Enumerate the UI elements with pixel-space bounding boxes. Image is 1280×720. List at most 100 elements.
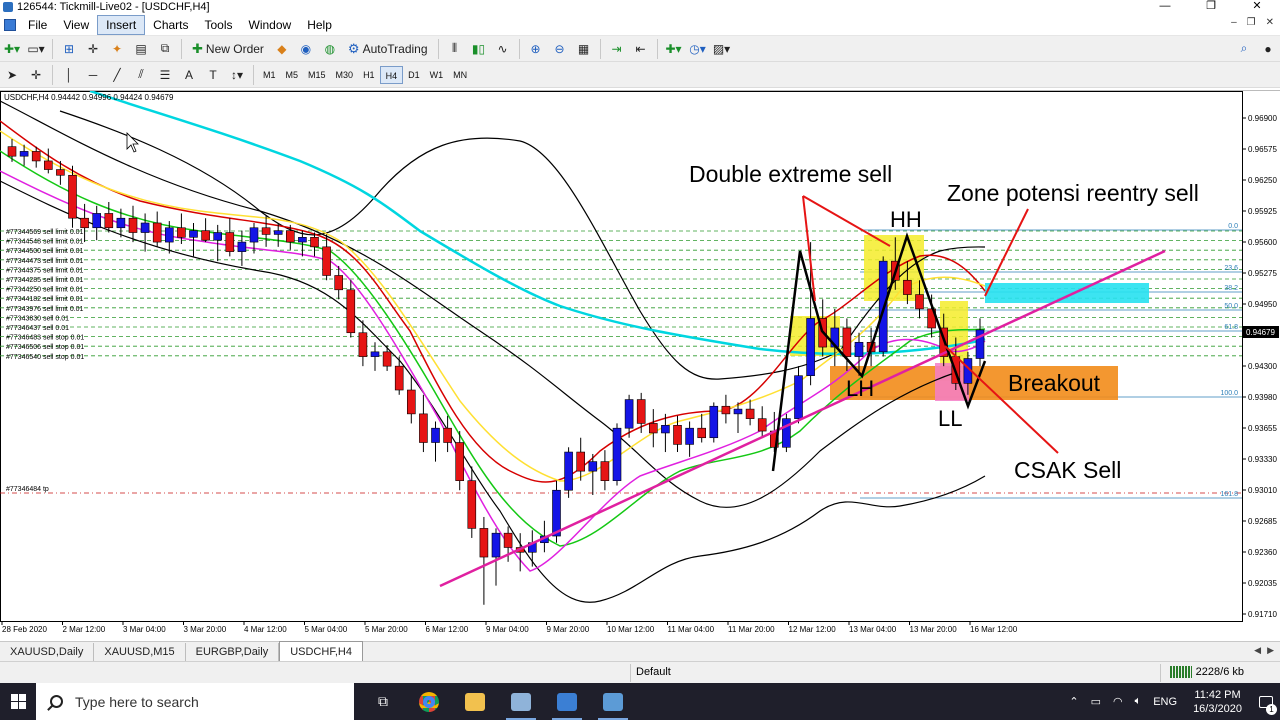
bullish-candle xyxy=(189,230,198,238)
vertical-line-button[interactable]: │ xyxy=(58,65,80,85)
auto-scroll-button[interactable]: ⇥ xyxy=(606,39,628,59)
tab-eurgbp-daily[interactable]: EURGBP,Daily xyxy=(186,643,280,661)
windows-logo-icon xyxy=(10,694,26,709)
tile-windows-button[interactable]: ▦ xyxy=(573,39,595,59)
order-label: #77344182 sell limit 0.01 xyxy=(6,296,84,303)
maximize-button[interactable]: ❐ xyxy=(1188,0,1234,14)
bearish-candle xyxy=(721,405,731,415)
candlestick-button[interactable]: ▮▯ xyxy=(468,39,490,59)
action-center-button[interactable]: 1 xyxy=(1252,683,1280,720)
tester-button[interactable]: ⧉ xyxy=(154,39,176,59)
scroll-right-icon[interactable]: ▶ xyxy=(1267,645,1274,656)
crosshair-icon: ✛ xyxy=(87,41,99,56)
menu-file[interactable]: File xyxy=(20,16,55,34)
horizontal-line-button[interactable]: ─ xyxy=(82,65,104,85)
price-chart[interactable]: 0.96900 0.96575 0.96250 0.95925 0.95600 0.952… xyxy=(0,91,1280,641)
taskbar-clock[interactable]: 11:42 PM 16/3/2020 xyxy=(1183,688,1252,716)
minimize-button[interactable]: — xyxy=(1142,0,1188,14)
menu-charts[interactable]: Charts xyxy=(145,16,196,34)
bar-chart-button[interactable]: ⫴ xyxy=(444,39,466,59)
tray-expand-icon[interactable]: ⌃ xyxy=(1063,695,1084,708)
tab-xauusd-m15[interactable]: XAUUSD,M15 xyxy=(94,643,186,661)
line-chart-button[interactable]: ∿ xyxy=(492,39,514,59)
timeframe-m30[interactable]: M30 xyxy=(331,66,359,84)
metatrader-button[interactable] xyxy=(498,683,544,720)
menu-window[interactable]: Window xyxy=(241,16,300,34)
zoom-out-button[interactable]: ⊖ xyxy=(549,39,571,59)
bearish-candle xyxy=(80,217,89,229)
menu-tools[interactable]: Tools xyxy=(197,16,241,34)
navigator-button[interactable]: ✦ xyxy=(106,39,128,59)
task-view-button[interactable]: ⧉ xyxy=(360,683,406,720)
lh-label: LH xyxy=(846,376,874,401)
profiles-button[interactable]: ▭▾ xyxy=(25,39,47,59)
close-button[interactable]: ✕ xyxy=(1234,0,1280,14)
wifi-icon[interactable]: ◠ xyxy=(1107,695,1129,708)
timeframe-m1[interactable]: M1 xyxy=(258,66,281,84)
connection-status[interactable]: 2228/6 kb xyxy=(1169,666,1244,678)
arrows-button[interactable]: ↕▾ xyxy=(226,65,248,85)
scroll-left-icon[interactable]: ◀ xyxy=(1254,645,1261,656)
chart-shift-button[interactable]: ⇤ xyxy=(630,39,652,59)
bearish-candle xyxy=(104,213,114,229)
chart-window[interactable]: 0.96900 0.96575 0.96250 0.95925 0.95600 0.952… xyxy=(0,90,1280,640)
templates-button[interactable]: ▨▾ xyxy=(711,39,733,59)
price-axis-label: 0.95925 xyxy=(1248,207,1277,216)
chart-window-icon[interactable] xyxy=(4,18,16,31)
chat-button[interactable]: ● xyxy=(1257,39,1279,59)
trendline-button[interactable]: ╱ xyxy=(106,65,128,85)
zoom-in-button[interactable]: ⊕ xyxy=(525,39,547,59)
terminal-button[interactable]: ▤ xyxy=(130,39,152,59)
chart-close-button[interactable]: ✕ xyxy=(1266,17,1274,28)
bullish-candle xyxy=(116,217,126,229)
channel-button[interactable]: ⫽ xyxy=(130,65,152,85)
data-window-button[interactable]: ✛ xyxy=(82,39,104,59)
traffic-value: 2228/6 kb xyxy=(1195,666,1244,678)
tab-xauusd-daily[interactable]: XAUUSD,Daily xyxy=(0,643,95,661)
menu-insert[interactable]: Insert xyxy=(97,14,146,35)
timeframe-w1[interactable]: W1 xyxy=(425,66,449,84)
screen-recorder-button[interactable] xyxy=(544,683,590,720)
chrome-button[interactable] xyxy=(406,683,452,720)
tab-usdchf-h4[interactable]: USDCHF,H4 xyxy=(279,641,363,661)
chart-minimize-button[interactable]: – xyxy=(1231,17,1237,28)
autotrading-button[interactable]: ⚙ AutoTrading xyxy=(343,39,433,59)
clock-time: 11:42 PM xyxy=(1194,688,1241,701)
fibonacci-button[interactable]: ☰ xyxy=(154,65,176,85)
signals-button[interactable]: ◉ xyxy=(295,39,317,59)
cursor-button[interactable]: ➤ xyxy=(1,65,23,85)
market-button[interactable]: ◍ xyxy=(319,39,341,59)
timeframe-m5[interactable]: M5 xyxy=(281,66,304,84)
timeframe-h4[interactable]: H4 xyxy=(379,65,404,84)
chart-restore-button[interactable]: ❐ xyxy=(1247,17,1256,28)
volume-icon[interactable]: 🔈︎ xyxy=(1129,695,1148,708)
text-label-button[interactable]: T xyxy=(202,65,224,85)
indicators-button[interactable]: ✚▾ xyxy=(663,39,685,59)
time-axis-label: 6 Mar 12:00 xyxy=(426,625,469,634)
calculator-button[interactable] xyxy=(590,683,636,720)
network-icon[interactable]: ▭ xyxy=(1085,695,1107,708)
price-axis-label: 0.93330 xyxy=(1248,455,1277,464)
language-indicator[interactable]: ENG xyxy=(1147,696,1183,708)
crosshair-button[interactable]: ✛ xyxy=(25,65,47,85)
file-explorer-button[interactable] xyxy=(452,683,498,720)
search-button[interactable]: ⌕ xyxy=(1233,39,1255,59)
time-axis-label: 13 Mar 20:00 xyxy=(910,625,958,634)
market-watch-button[interactable]: ⊞ xyxy=(58,39,80,59)
metaeditor-button[interactable]: ◆ xyxy=(271,39,293,59)
periods-button[interactable]: ◷▾ xyxy=(687,39,709,59)
start-button[interactable] xyxy=(0,683,36,720)
timeframe-m15[interactable]: M15 xyxy=(303,66,331,84)
bearish-candle xyxy=(636,399,646,424)
taskbar-search[interactable]: Type here to search xyxy=(36,683,354,720)
menu-view[interactable]: View xyxy=(55,16,97,34)
timeframe-mn[interactable]: MN xyxy=(448,66,472,84)
timeframe-h1[interactable]: H1 xyxy=(358,66,380,84)
fib-level-label: 161.8 xyxy=(1220,491,1238,498)
timeframe-d1[interactable]: D1 xyxy=(403,66,425,84)
new-order-button[interactable]: ✚ New Order xyxy=(187,39,269,59)
menu-help[interactable]: Help xyxy=(299,16,340,34)
bearish-candle xyxy=(334,275,344,291)
text-button[interactable]: A xyxy=(178,65,200,85)
new-chart-button[interactable]: ✚▾ xyxy=(1,39,23,59)
